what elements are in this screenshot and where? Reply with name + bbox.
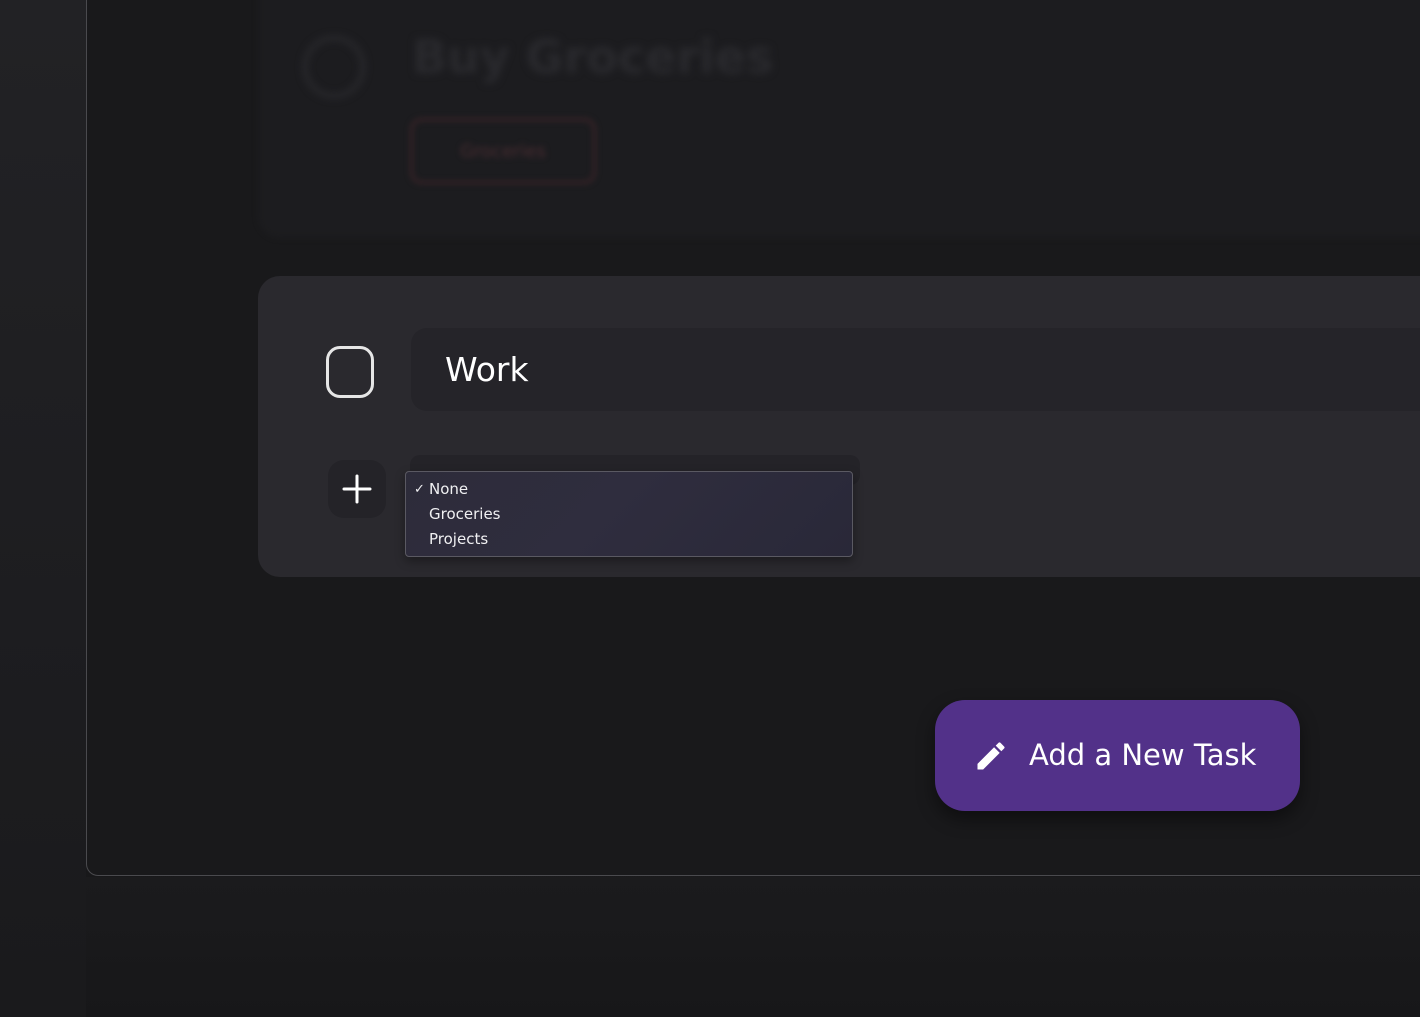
add-new-task-label: Add a New Task (1029, 738, 1257, 772)
dropdown-option-projects[interactable]: Projects (406, 527, 852, 552)
plus-icon (342, 474, 372, 504)
dropdown-option-label: Groceries (429, 505, 501, 523)
dropdown-option-groceries[interactable]: Groceries (406, 502, 852, 527)
left-backdrop (0, 0, 86, 1017)
previous-task-checkbox (303, 36, 365, 98)
bottom-backdrop (86, 877, 1420, 1017)
dropdown-option-label: None (429, 480, 469, 498)
add-new-task-button[interactable]: Add a New Task (935, 700, 1300, 811)
dropdown-option-label: Projects (429, 530, 489, 548)
task-name-input[interactable] (411, 328, 1420, 411)
task-complete-checkbox[interactable] (326, 346, 374, 398)
previous-task-category-tag: Groceries (410, 118, 596, 184)
dropdown-option-none[interactable]: ✓ None (406, 477, 852, 502)
checkmark-icon: ✓ (414, 482, 425, 497)
previous-task-title: Buy Groceries (412, 30, 774, 84)
category-dropdown-menu: ✓ None Groceries Projects (405, 471, 853, 557)
previous-task-category-label: Groceries (460, 140, 546, 162)
add-category-button[interactable] (328, 460, 386, 518)
pencil-icon (977, 742, 1005, 770)
